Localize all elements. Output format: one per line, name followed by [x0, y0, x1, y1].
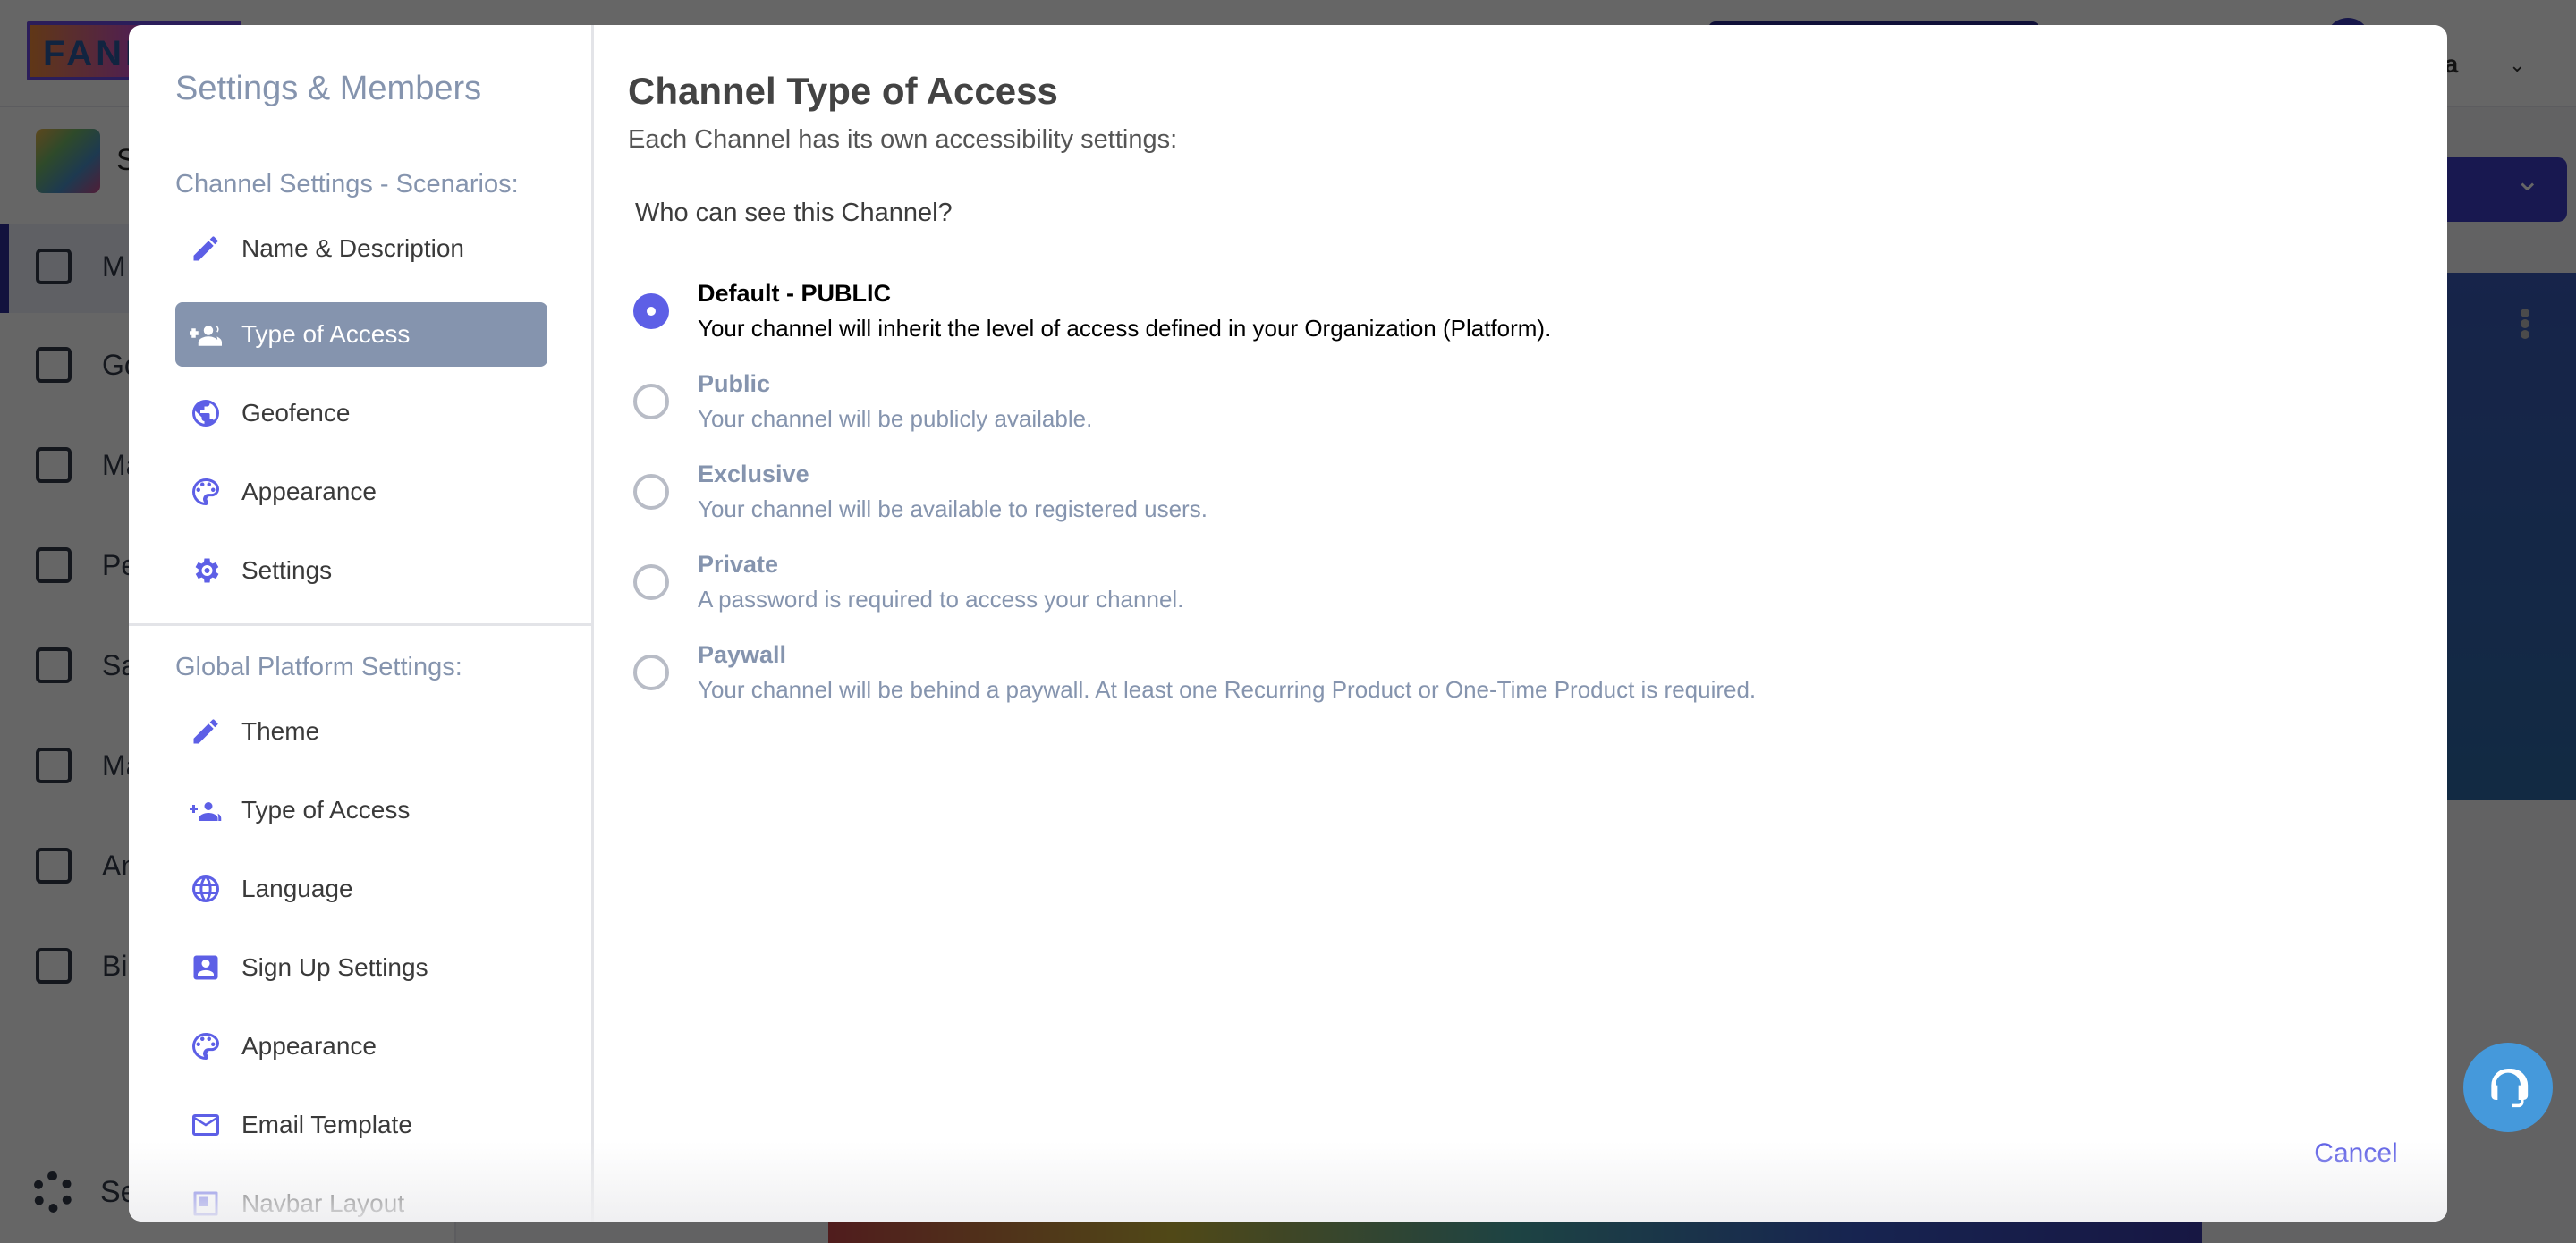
layout-icon — [188, 1186, 224, 1222]
channel-settings-heading: Channel Settings - Scenarios: — [175, 170, 519, 199]
gear-icon — [188, 553, 224, 588]
option-title: Default - PUBLIC — [698, 280, 891, 307]
page-subtitle: Each Channel has its own accessibility s… — [628, 125, 1178, 154]
radio-default-public[interactable] — [633, 293, 669, 329]
sidebar-item-language[interactable]: Language — [175, 857, 547, 921]
radio-exclusive[interactable] — [633, 474, 669, 510]
add-group-icon — [188, 792, 224, 828]
option-description: Your channel will inherit the level of a… — [698, 315, 1552, 342]
help-support-button[interactable] — [2463, 1043, 2553, 1132]
pencil-icon — [188, 231, 224, 266]
contact-card-icon — [188, 950, 224, 985]
sidebar-item-navbar-layout[interactable]: Navbar Layout — [175, 1171, 547, 1222]
option-description: Your channel will be behind a paywall. A… — [698, 676, 1757, 703]
mail-icon — [188, 1107, 224, 1143]
sidebar-item-type-of-access[interactable]: Type of Access — [175, 302, 547, 367]
sidebar-item-global-appearance[interactable]: Appearance — [175, 1014, 547, 1078]
radio-private[interactable] — [633, 564, 669, 600]
option-paywall[interactable]: Paywall Your channel will be behind a pa… — [633, 638, 1756, 706]
sidebar-item-theme[interactable]: Theme — [175, 699, 547, 764]
sidebar-item-geofence[interactable]: Geofence — [175, 381, 547, 445]
sidebar-divider — [129, 623, 594, 626]
option-description: A password is required to access your ch… — [698, 586, 1184, 613]
sidebar-item-name-description[interactable]: Name & Description — [175, 216, 547, 281]
add-group-icon — [188, 317, 224, 352]
option-title: Exclusive — [698, 461, 809, 487]
radio-public[interactable] — [633, 384, 669, 419]
option-public[interactable]: Public Your channel will be publicly ava… — [633, 368, 1092, 435]
option-description: Your channel will be available to regist… — [698, 495, 1208, 522]
headset-icon — [2491, 1069, 2529, 1108]
sidebar-item-global-type-of-access[interactable]: Type of Access — [175, 778, 547, 842]
option-exclusive[interactable]: Exclusive Your channel will be available… — [633, 458, 1208, 525]
option-title: Paywall — [698, 641, 787, 668]
globe-icon — [188, 871, 224, 907]
palette-icon — [188, 474, 224, 510]
cancel-button[interactable]: Cancel — [2293, 1121, 2419, 1186]
option-title: Public — [698, 370, 771, 397]
sidebar-item-email-template[interactable]: Email Template — [175, 1093, 547, 1157]
type-of-access-panel: Channel Type of Access Each Channel has … — [594, 25, 2447, 1222]
global-settings-heading: Global Platform Settings: — [175, 653, 462, 681]
option-title: Private — [698, 551, 779, 578]
settings-sidebar: Settings & Members Channel Settings - Sc… — [129, 25, 594, 1222]
sidebar-title: Settings & Members — [175, 70, 482, 107]
palette-icon — [188, 1028, 224, 1064]
page-title: Channel Type of Access — [628, 70, 1058, 112]
sidebar-item-sign-up-settings[interactable]: Sign Up Settings — [175, 935, 547, 1000]
option-description: Your channel will be publicly available. — [698, 405, 1093, 432]
option-default-public[interactable]: Default - PUBLIC Your channel will inher… — [633, 277, 1551, 344]
access-question: Who can see this Channel? — [635, 199, 953, 227]
pencil-icon — [188, 714, 224, 749]
sidebar-item-appearance[interactable]: Appearance — [175, 460, 547, 524]
radio-paywall[interactable] — [633, 655, 669, 690]
option-private[interactable]: Private A password is required to access… — [633, 548, 1183, 615]
settings-modal: Settings & Members Channel Settings - Sc… — [129, 25, 2447, 1222]
globe-filled-icon — [188, 395, 224, 431]
sidebar-item-settings[interactable]: Settings — [175, 538, 547, 603]
